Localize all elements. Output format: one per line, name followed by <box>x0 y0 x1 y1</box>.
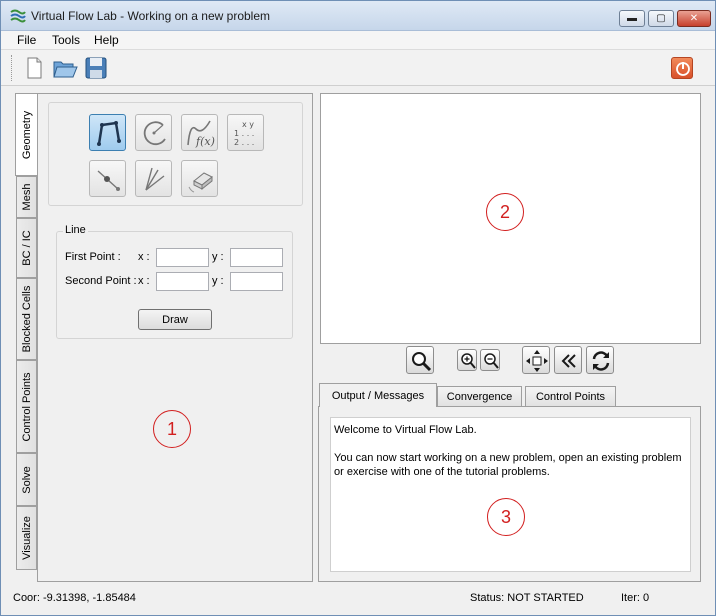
save-button[interactable] <box>83 55 109 81</box>
output-line-instructions-1: You can now start working on a new probl… <box>334 452 682 464</box>
points-table-icon: x y 1 . . . 2 . . . <box>234 120 254 147</box>
tab-control-points-label: Control Points <box>20 371 33 442</box>
open-button[interactable] <box>52 55 78 81</box>
points-file-tool-button[interactable]: x y 1 . . . 2 . . . <box>227 114 264 151</box>
output-line-instructions-2: or exercise with one of the tutorial pro… <box>334 466 550 478</box>
second-y-label: y : <box>212 275 224 287</box>
points-table-header: x y <box>242 120 254 129</box>
minimize-button[interactable]: ▬ <box>619 10 645 27</box>
tab-solve-label: Solve <box>20 465 33 494</box>
point-icon <box>97 170 120 191</box>
pan-icon <box>526 350 548 372</box>
tab-blocked-cells[interactable]: Blocked Cells <box>16 278 37 360</box>
tab-mesh-label: Mesh <box>20 183 33 211</box>
tab-geometry[interactable]: Geometry <box>15 93 38 176</box>
zoom-icon <box>412 352 432 372</box>
first-y-label: y : <box>212 251 224 263</box>
refresh-button[interactable] <box>586 346 614 374</box>
function-curve-tool-button[interactable]: f(x) <box>181 114 218 151</box>
menu-file[interactable]: File <box>17 33 36 47</box>
tab-convergence[interactable]: Convergence <box>437 386 522 406</box>
svg-text:1 . . .: 1 . . . <box>234 129 254 138</box>
open-folder-icon <box>53 61 78 78</box>
power-icon <box>676 62 690 76</box>
eraser-icon <box>188 172 213 193</box>
tab-geometry-label: Geometry <box>20 110 33 159</box>
first-point-label: First Point : <box>65 251 121 263</box>
status-iteration: Iter: 0 <box>621 592 650 604</box>
eraser-tool-button[interactable] <box>181 160 218 197</box>
zoom-in-button[interactable] <box>457 349 477 371</box>
zoom-out-icon <box>484 353 499 369</box>
tab-blocked-cells-label: Blocked Cells <box>20 285 33 353</box>
pan-button[interactable] <box>522 346 550 374</box>
line-groupbox: Line First Point : x : y : Second Point … <box>56 224 293 339</box>
close-button[interactable]: ✕ <box>677 10 711 27</box>
menu-tools[interactable]: Tools <box>52 33 80 47</box>
annotation-marker-2: 2 <box>486 193 524 231</box>
tab-output-messages[interactable]: Output / Messages <box>319 383 437 407</box>
second-point-y-input[interactable] <box>230 272 283 291</box>
zoom-in-icon <box>461 353 476 369</box>
svg-text:2 . . .: 2 . . . <box>234 138 254 147</box>
tab-bc-ic[interactable]: BC / IC <box>16 218 37 278</box>
tab-control-points-output[interactable]: Control Points <box>525 386 616 406</box>
output-line-welcome: Welcome to Virtual Flow Lab. <box>334 424 477 436</box>
tab-bc-ic-label: BC / IC <box>20 230 33 266</box>
annotation-marker-1: 1 <box>153 410 191 448</box>
menu-help[interactable]: Help <box>94 33 119 47</box>
app-window: Virtual Flow Lab - Working on a new prob… <box>0 0 716 616</box>
point-tool-button[interactable] <box>89 160 126 197</box>
status-bar: Coor: -9.31398, -1.85484 Status: NOT STA… <box>1 587 715 615</box>
annotation-marker-3: 3 <box>487 498 525 536</box>
status-run-state: Status: NOT STARTED <box>470 592 584 604</box>
graphics-canvas[interactable]: 2 <box>320 93 701 344</box>
app-flow-icon <box>10 9 26 23</box>
first-point-x-input[interactable] <box>156 248 209 267</box>
second-x-label: x : <box>138 275 150 287</box>
tab-solve[interactable]: Solve <box>16 453 37 506</box>
power-button[interactable] <box>671 57 693 79</box>
save-icon <box>85 57 107 79</box>
function-label: f(x) <box>195 135 215 148</box>
geometry-panel: f(x) x y 1 . . . 2 . . . Line First Poin… <box>37 93 313 582</box>
geometry-tool-group: f(x) x y 1 . . . 2 . . . <box>48 102 303 206</box>
window-title: Virtual Flow Lab - Working on a new prob… <box>31 9 271 23</box>
toolbar-grip <box>11 55 13 81</box>
arc-icon <box>143 121 166 146</box>
new-file-icon <box>27 57 42 79</box>
arc-tool-button[interactable] <box>135 114 172 151</box>
draw-button[interactable]: Draw <box>138 309 212 330</box>
toolbar <box>1 50 715 86</box>
lines-tool-button[interactable] <box>135 160 172 197</box>
zoom-out-button[interactable] <box>480 349 500 371</box>
output-panel: Welcome to Virtual Flow Lab. You can now… <box>318 406 701 582</box>
new-file-button[interactable] <box>21 55 47 81</box>
output-messages-text[interactable]: Welcome to Virtual Flow Lab. You can now… <box>330 417 691 572</box>
first-x-label: x : <box>138 251 150 263</box>
polyline-icon <box>97 121 121 146</box>
tab-visualize-label: Visualize <box>20 516 33 560</box>
first-point-y-input[interactable] <box>230 248 283 267</box>
tab-visualize[interactable]: Visualize <box>16 506 37 570</box>
tab-mesh[interactable]: Mesh <box>16 176 37 218</box>
menu-bar: File Tools Help <box>1 31 715 50</box>
tab-control-points[interactable]: Control Points <box>16 360 37 453</box>
maximize-button[interactable]: ▢ <box>648 10 674 27</box>
title-bar: Virtual Flow Lab - Working on a new prob… <box>1 1 715 31</box>
refresh-icon <box>592 351 610 371</box>
back-button[interactable] <box>554 346 582 374</box>
function-curve-icon: f(x) <box>187 120 215 148</box>
line-group-title: Line <box>63 224 88 236</box>
lines-icon <box>145 167 165 191</box>
second-point-x-input[interactable] <box>156 272 209 291</box>
back-icon <box>561 354 576 368</box>
line-tool-button[interactable] <box>89 114 126 151</box>
zoom-button[interactable] <box>406 346 434 374</box>
second-point-label: Second Point : <box>65 275 137 287</box>
status-coordinates: Coor: -9.31398, -1.85484 <box>13 592 136 604</box>
